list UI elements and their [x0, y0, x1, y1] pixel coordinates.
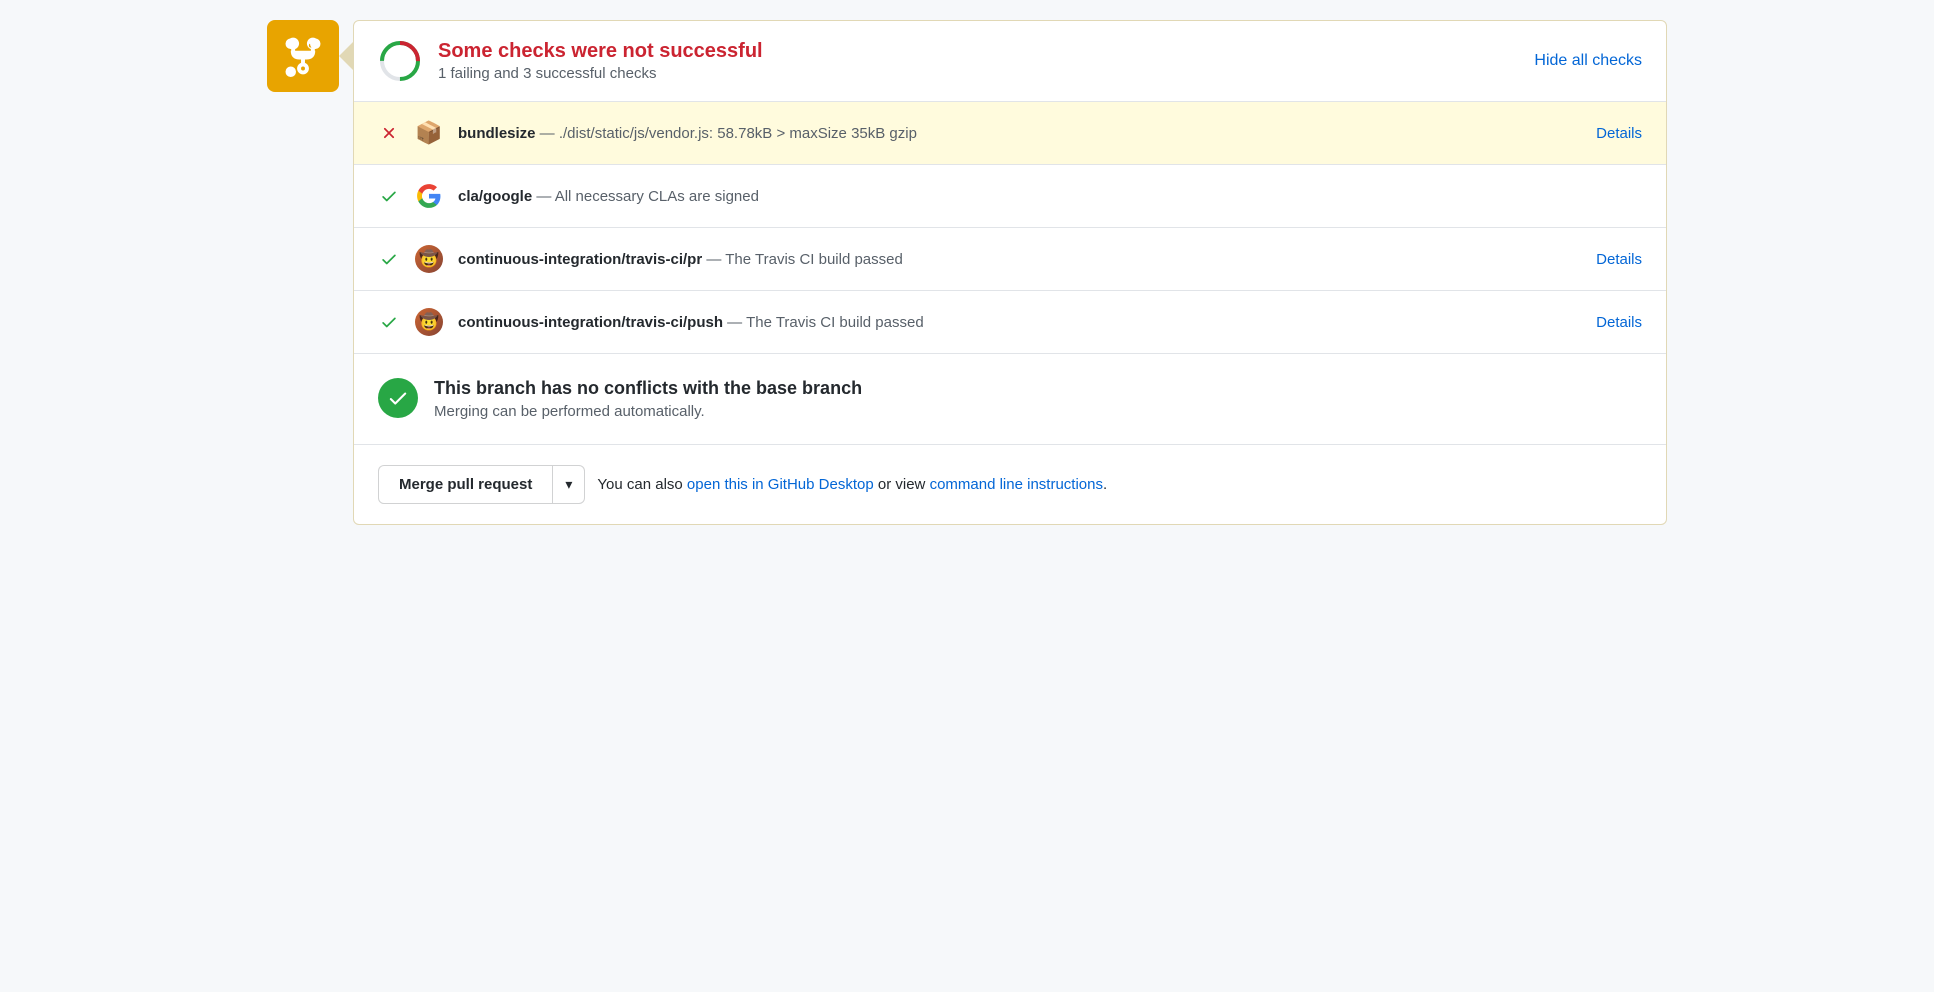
details-link-travis-pr[interactable]: Details — [1596, 251, 1642, 268]
check-icon — [380, 187, 398, 205]
check-label-cla-google: cla/google — All necessary CLAs are sign… — [458, 188, 1642, 205]
x-icon — [380, 124, 398, 142]
check-status-travis-pr — [378, 250, 400, 268]
check-icon — [380, 313, 398, 331]
check-label-travis-push: continuous-integration/travis-ci/push — … — [458, 314, 1582, 331]
service-icon-travis-pr: 🤠 — [414, 244, 444, 274]
check-label-bundlesize: bundlesize — ./dist/static/js/vendor.js:… — [458, 125, 1582, 142]
checkmark-icon — [387, 387, 409, 409]
details-link-travis-push[interactable]: Details — [1596, 314, 1642, 331]
travis-icon: 🤠 — [415, 308, 443, 336]
merge-button-group: Merge pull request ▾ — [378, 465, 585, 504]
card-header: Some checks were not successful 1 failin… — [354, 21, 1666, 102]
no-conflict-subtitle: Merging can be performed automatically. — [434, 403, 862, 420]
checks-status-subtitle: 1 failing and 3 successful checks — [438, 65, 763, 82]
no-conflict-text: This branch has no conflicts with the ba… — [434, 378, 862, 420]
checks-list: 📦 bundlesize — ./dist/static/js/vendor.js… — [354, 102, 1666, 354]
header-text: Some checks were not successful 1 failin… — [438, 40, 763, 82]
no-conflict-section: This branch has no conflicts with the ba… — [354, 354, 1666, 445]
checks-card: Some checks were not successful 1 failin… — [353, 20, 1667, 525]
checks-status-title: Some checks were not successful — [438, 40, 763, 63]
google-icon — [416, 183, 442, 209]
check-status-travis-push — [378, 313, 400, 331]
hide-all-checks-link[interactable]: Hide all checks — [1534, 52, 1642, 70]
merge-info-text: You can also open this in GitHub Desktop… — [597, 476, 1107, 493]
check-label-travis-pr: continuous-integration/travis-ci/pr — Th… — [458, 251, 1582, 268]
travis-icon: 🤠 — [415, 245, 443, 273]
merge-icon-box — [267, 20, 339, 92]
check-row-travis-push: 🤠 continuous-integration/travis-ci/push —… — [354, 291, 1666, 354]
open-in-desktop-link[interactable]: open this in GitHub Desktop — [687, 476, 874, 493]
merge-info-after: . — [1103, 476, 1107, 493]
check-row-bundlesize: 📦 bundlesize — ./dist/static/js/vendor.js… — [354, 102, 1666, 165]
merge-section: Merge pull request ▾ You can also open t… — [354, 445, 1666, 524]
service-icon-cla-google — [414, 181, 444, 211]
merge-dropdown-button[interactable]: ▾ — [553, 465, 585, 504]
service-icon-travis-push: 🤠 — [414, 307, 444, 337]
service-icon-bundlesize: 📦 — [414, 118, 444, 148]
merge-info-before: You can also — [597, 476, 687, 493]
check-row-cla-google: cla/google — All necessary CLAs are sign… — [354, 165, 1666, 228]
merge-svg-icon — [282, 35, 324, 77]
check-status-bundlesize — [378, 124, 400, 142]
merge-pull-request-button[interactable]: Merge pull request — [378, 465, 553, 504]
check-row-travis-pr: 🤠 continuous-integration/travis-ci/pr — T… — [354, 228, 1666, 291]
details-link-bundlesize[interactable]: Details — [1596, 125, 1642, 142]
command-line-link[interactable]: command line instructions — [930, 476, 1103, 493]
merge-info-middle: or view — [874, 476, 930, 493]
header-left: Some checks were not successful 1 failin… — [378, 39, 763, 83]
no-conflict-title: This branch has no conflicts with the ba… — [434, 378, 862, 399]
check-status-cla-google — [378, 187, 400, 205]
dropdown-arrow-icon: ▾ — [565, 476, 572, 493]
no-conflict-icon — [378, 378, 418, 418]
status-circle-icon — [378, 39, 422, 83]
arrow-connector — [339, 42, 353, 70]
check-icon — [380, 250, 398, 268]
